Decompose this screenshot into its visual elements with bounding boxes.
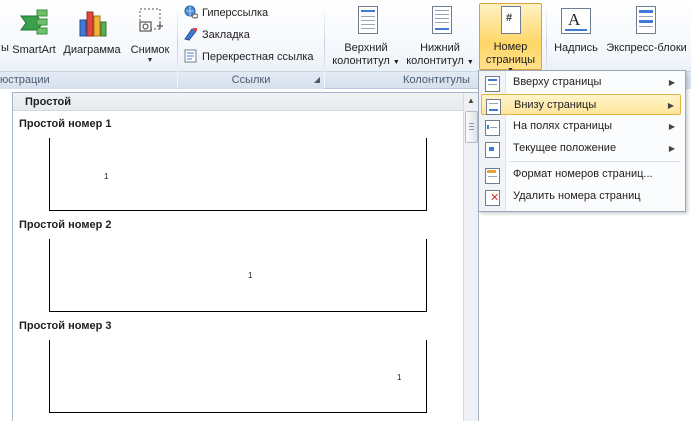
gallery-item-preview-2[interactable]: 1 bbox=[49, 239, 427, 312]
page-top-icon bbox=[485, 76, 500, 92]
gallery-item-title: Простой номер 2 bbox=[19, 219, 112, 231]
format-page-numbers-icon bbox=[485, 168, 500, 184]
footer-label-1: Нижний bbox=[420, 42, 460, 54]
diagram-label: Диаграмма bbox=[63, 44, 121, 56]
crossref-button[interactable]: Перекрестная ссылка bbox=[184, 48, 314, 66]
menu-item-current-position[interactable]: Текущее положение ▶ bbox=[481, 138, 681, 159]
textbox-label: Надпись bbox=[554, 42, 598, 54]
page-number-button[interactable]: # Номер страницы ▼ bbox=[479, 3, 542, 74]
bookmark-icon bbox=[184, 28, 197, 41]
headers-footers-group-text: Колонтитулы bbox=[403, 74, 470, 86]
menu-item-label: Удалить номера страниц bbox=[513, 190, 641, 202]
menu-item-label: Внизу страницы bbox=[514, 99, 597, 111]
chevron-down-icon: ▼ bbox=[146, 57, 154, 64]
hyperlink-label: Гиперссылка bbox=[202, 7, 269, 19]
header-page-icon bbox=[358, 6, 378, 34]
links-group-text: Ссылки bbox=[231, 74, 271, 86]
quickparts-button[interactable]: Экспресс-блоки bbox=[602, 4, 691, 70]
globe-link-icon bbox=[184, 5, 198, 19]
dialog-launcher-icon[interactable]: ◢ bbox=[314, 72, 320, 88]
snapshot-label: Снимок bbox=[130, 44, 170, 56]
gallery-category-header: Простой bbox=[13, 93, 463, 111]
quick-parts-icon bbox=[636, 6, 656, 34]
bookmark-button[interactable]: Закладка bbox=[184, 26, 250, 44]
page-number-label-2: страницы bbox=[485, 54, 536, 66]
gallery-item-preview-1[interactable]: 1 bbox=[49, 138, 427, 211]
menu-item-label: На полях страницы bbox=[513, 120, 613, 132]
scroll-up-arrow-icon[interactable]: ▲ bbox=[464, 93, 478, 109]
page-bottom-icon bbox=[486, 99, 501, 115]
menu-item-format-page-numbers[interactable]: Формат номеров страниц... bbox=[481, 164, 681, 185]
chevron-down-icon: ▼ bbox=[466, 59, 474, 66]
page-number-sample: 1 bbox=[104, 172, 109, 181]
menu-item-label: Вверху страницы bbox=[513, 76, 602, 88]
group-label-links: Ссылки ◢ bbox=[178, 71, 324, 89]
group-label-illustrations: юстрации bbox=[0, 71, 177, 89]
page-number-sample: 1 bbox=[248, 271, 253, 280]
diagram-button[interactable]: Диаграмма bbox=[60, 4, 124, 66]
scrollbar-thumb[interactable] bbox=[465, 111, 478, 143]
menu-item-top-of-page[interactable]: Вверху страницы ▶ bbox=[481, 72, 681, 93]
hyperlink-button[interactable]: Гиперссылка bbox=[184, 4, 268, 22]
chart-icon bbox=[79, 11, 107, 37]
menu-item-remove-page-numbers[interactable]: ✕ Удалить номера страниц bbox=[481, 186, 681, 207]
page-number-menu: Вверху страницы ▶ Внизу страницы ▶ На по… bbox=[478, 70, 686, 212]
gallery-scrollbar[interactable]: ▲ bbox=[463, 93, 478, 421]
textbox-button[interactable]: A Надпись bbox=[550, 4, 602, 70]
page-number-sample: 1 bbox=[397, 373, 402, 382]
footer-label-text: колонтитул bbox=[406, 55, 464, 67]
bookmark-label: Закладка bbox=[202, 29, 250, 41]
header-button[interactable]: Верхний колонтитул ▼ bbox=[330, 4, 402, 70]
screenshot-icon bbox=[139, 8, 163, 32]
shapes-label: ы bbox=[1, 42, 9, 54]
menu-item-label: Формат номеров страниц... bbox=[513, 168, 653, 180]
page-number-label-1: Номер bbox=[493, 41, 528, 53]
illustrations-group-text: юстрации bbox=[0, 74, 50, 86]
submenu-arrow-icon: ▶ bbox=[668, 78, 675, 87]
footer-label-2: колонтитул ▼ bbox=[404, 55, 476, 69]
header-label-text: колонтитул bbox=[332, 55, 390, 67]
page-number-gallery: Простой Простой номер 1 1 Простой номер … bbox=[12, 92, 479, 421]
submenu-arrow-icon: ▶ bbox=[668, 122, 675, 131]
quickparts-label: Экспресс-блоки bbox=[606, 42, 687, 54]
header-label-1: Верхний bbox=[344, 42, 388, 54]
textbox-icon: A bbox=[561, 8, 591, 34]
page-margins-icon bbox=[485, 120, 500, 136]
smartart-button[interactable]: SmartArt bbox=[11, 4, 57, 66]
submenu-arrow-icon: ▶ bbox=[667, 101, 674, 110]
smartart-icon bbox=[20, 9, 48, 35]
snapshot-button[interactable]: Снимок ▼ bbox=[126, 4, 174, 66]
cross-reference-icon bbox=[184, 49, 197, 63]
menu-separator bbox=[509, 161, 681, 162]
footer-button[interactable]: Нижний колонтитул ▼ bbox=[404, 4, 476, 70]
current-position-icon bbox=[485, 142, 500, 158]
smartart-label: SmartArt bbox=[12, 44, 56, 56]
menu-item-page-margins[interactable]: На полях страницы ▶ bbox=[481, 116, 681, 137]
header-label-2: колонтитул ▼ bbox=[330, 55, 402, 69]
chevron-down-icon: ▼ bbox=[392, 59, 400, 66]
submenu-arrow-icon: ▶ bbox=[668, 144, 675, 153]
gallery-item-title: Простой номер 3 bbox=[19, 320, 112, 332]
shapes-button[interactable]: ы bbox=[0, 42, 10, 55]
gallery-item-preview-3[interactable]: 1 bbox=[49, 340, 427, 413]
page-number-icon: # bbox=[501, 6, 521, 34]
remove-page-numbers-icon: ✕ bbox=[485, 190, 500, 206]
crossref-label: Перекрестная ссылка bbox=[202, 51, 314, 63]
gallery-item-title: Простой номер 1 bbox=[19, 118, 112, 130]
menu-item-bottom-of-page[interactable]: Внизу страницы ▶ bbox=[481, 94, 681, 115]
footer-page-icon bbox=[432, 6, 452, 34]
menu-item-label: Текущее положение bbox=[513, 142, 617, 154]
